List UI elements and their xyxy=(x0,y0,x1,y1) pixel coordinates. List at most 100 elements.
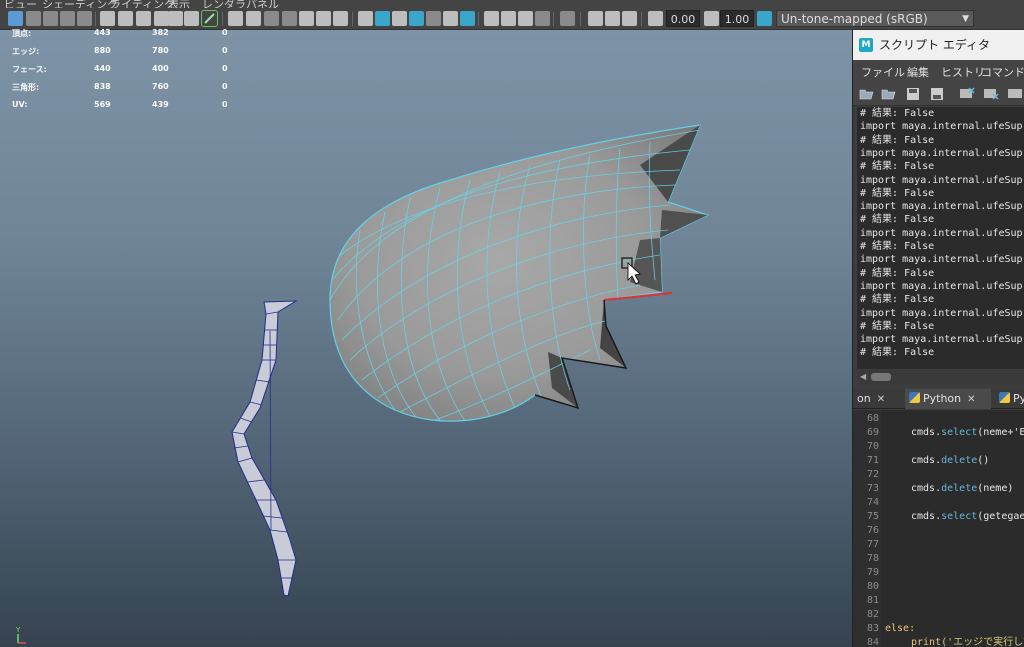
lights-icon[interactable] xyxy=(443,11,458,26)
exposure-field[interactable]: 0.00 xyxy=(666,10,700,27)
history-line: import maya.internal.ufeSup xyxy=(860,121,1023,133)
textured-icon[interactable] xyxy=(426,11,441,26)
anti-aliasing-icon[interactable] xyxy=(518,11,533,26)
snap-move-icon[interactable] xyxy=(184,11,199,26)
scrollbar-thumb[interactable] xyxy=(871,373,891,381)
menu-command[interactable]: コマンド xyxy=(981,64,1024,80)
history-line: # 結果: False xyxy=(860,241,935,252)
tab-python-2[interactable]: Py xyxy=(995,389,1024,409)
gamma-icon[interactable] xyxy=(704,11,719,26)
motion-blur-icon[interactable] xyxy=(501,11,516,26)
wireframe-icon[interactable] xyxy=(358,11,373,26)
history-line: import maya.internal.ufeSup xyxy=(860,227,1023,239)
menu-show[interactable]: 表示 xyxy=(168,0,190,8)
code-line: cmds.select(neme+'E xyxy=(911,427,1024,438)
history-line: # 結果: False xyxy=(860,187,935,199)
code-line: cmds.delete() xyxy=(911,455,990,466)
bookmark-flag-icon[interactable] xyxy=(154,11,169,26)
film-gate-display-icon[interactable] xyxy=(246,11,261,26)
colorspace-select[interactable]: Un-tone-mapped (sRGB) ▼ xyxy=(776,10,974,27)
history-line: import maya.internal.ufeSup xyxy=(860,201,1023,213)
default-material-icon[interactable] xyxy=(392,11,407,26)
scroll-left-icon[interactable]: ◀ xyxy=(860,372,866,381)
axis-y-label: Y xyxy=(15,626,21,634)
menu-file[interactable]: ファイル xyxy=(861,64,905,80)
screen-space-ao-icon[interactable] xyxy=(484,11,499,26)
colorspace-label: Un-tone-mapped (sRGB) xyxy=(781,12,928,26)
script-editor-menubar: ファイル 編集 ヒストリ コマンド xyxy=(853,60,1024,82)
tab-mel[interactable]: on ✕ xyxy=(853,389,901,409)
camera-lock-icon[interactable] xyxy=(118,11,133,26)
spiky-mesh[interactable] xyxy=(329,124,710,428)
open-folder-icon[interactable] xyxy=(859,86,875,102)
smooth-shade-icon[interactable] xyxy=(375,11,390,26)
script-tabs: on ✕ Python ✕ Py xyxy=(853,389,1024,409)
history-line: import maya.internal.ufeSup xyxy=(860,254,1023,266)
backface-culling-icon[interactable] xyxy=(622,11,637,26)
menu-edit[interactable]: 編集 xyxy=(907,64,929,80)
python-icon xyxy=(999,392,1010,403)
bookmark-icon[interactable] xyxy=(43,11,58,26)
camera-attributes-icon[interactable] xyxy=(26,11,41,26)
clear-all-icon[interactable] xyxy=(1007,86,1023,102)
script-editor-panel: M スクリプト エディタ ファイル 編集 ヒストリ コマンド # 結果: Fal… xyxy=(852,30,1024,647)
menu-view[interactable]: ビュー xyxy=(4,0,37,8)
menu-shading[interactable]: シェーディング xyxy=(42,0,118,8)
scene-geometry xyxy=(231,124,710,597)
python-icon xyxy=(909,392,920,403)
line-number-gutter: 68 69 70 71 72 73 74 75 76 77 78 79 80 8… xyxy=(853,410,881,647)
history-line: import maya.internal.ufeSup xyxy=(860,280,1023,292)
history-line: import maya.internal.ufeSup xyxy=(860,147,1023,159)
wireframe-on-shaded-icon[interactable] xyxy=(409,11,424,26)
script-editor-titlebar[interactable]: M スクリプト エディタ xyxy=(853,30,1024,60)
viewport-3d[interactable]: 頂点: 443 382 0 エッジ: 880 780 0 フェース: 440 4… xyxy=(0,28,852,647)
maya-logo-icon: M xyxy=(859,38,873,52)
two-d-pan-icon[interactable] xyxy=(77,11,92,26)
exposure-icon[interactable] xyxy=(648,11,663,26)
isolate-select-icon[interactable] xyxy=(560,11,575,26)
code-line: print('エッジで実行して xyxy=(911,637,1024,647)
gamma-field[interactable]: 1.00 xyxy=(720,10,754,27)
history-line: # 結果: False xyxy=(860,294,935,306)
source-script-icon[interactable] xyxy=(881,86,897,102)
hud-text-icon[interactable] xyxy=(333,11,348,26)
clear-input-icon[interactable] xyxy=(983,86,999,102)
xray-joints-icon[interactable] xyxy=(605,11,620,26)
grease-pencil-icon[interactable] xyxy=(100,11,115,26)
menu-history[interactable]: ヒストリ xyxy=(941,64,985,80)
save-to-shelf-icon[interactable] xyxy=(929,86,945,102)
history-line: import maya.internal.ufeSup xyxy=(860,174,1023,186)
history-output[interactable]: # 結果: False import maya.internal.ufeSup … xyxy=(857,107,1024,369)
safe-action-icon[interactable] xyxy=(201,10,218,27)
save-icon[interactable] xyxy=(905,86,921,102)
field-chart-icon[interactable] xyxy=(299,11,314,26)
shadows-icon[interactable] xyxy=(460,11,475,26)
history-horizontal-scrollbar[interactable]: ◀ xyxy=(857,370,1024,384)
strip-mesh[interactable] xyxy=(231,300,298,597)
clear-history-icon[interactable] xyxy=(959,86,975,102)
depth-of-field-icon[interactable] xyxy=(535,11,550,26)
history-line: import maya.internal.ufeSup xyxy=(860,334,1023,346)
history-line: # 結果: False xyxy=(860,214,935,226)
gate-mask-icon[interactable] xyxy=(282,11,297,26)
film-gate-icon[interactable] xyxy=(136,11,151,26)
script-input[interactable]: 68 69 70 71 72 73 74 75 76 77 78 79 80 8… xyxy=(853,410,1024,647)
history-line: # 結果: False xyxy=(860,267,935,279)
resolution-gate-icon[interactable] xyxy=(264,11,279,26)
history-line: import maya.internal.ufeSup xyxy=(860,307,1023,319)
select-camera-icon[interactable] xyxy=(8,11,23,26)
chevron-down-icon: ▼ xyxy=(962,14,969,24)
menu-lighting[interactable]: ライティング xyxy=(110,0,175,8)
safe-title-icon[interactable] xyxy=(316,11,331,26)
tab-python[interactable]: Python ✕ xyxy=(905,389,991,409)
xray-icon[interactable] xyxy=(588,11,603,26)
camera-move-icon[interactable] xyxy=(168,11,183,26)
grid-icon[interactable] xyxy=(228,11,243,26)
close-icon[interactable]: ✕ xyxy=(877,394,885,405)
menu-renderer[interactable]: レンダラ xyxy=(202,0,246,8)
menu-panels[interactable]: パネル xyxy=(246,0,279,8)
close-icon[interactable]: ✕ xyxy=(967,394,975,405)
script-editor-toolbar xyxy=(853,82,1024,106)
color-management-icon[interactable] xyxy=(757,11,772,26)
image-plane-icon[interactable] xyxy=(60,11,75,26)
